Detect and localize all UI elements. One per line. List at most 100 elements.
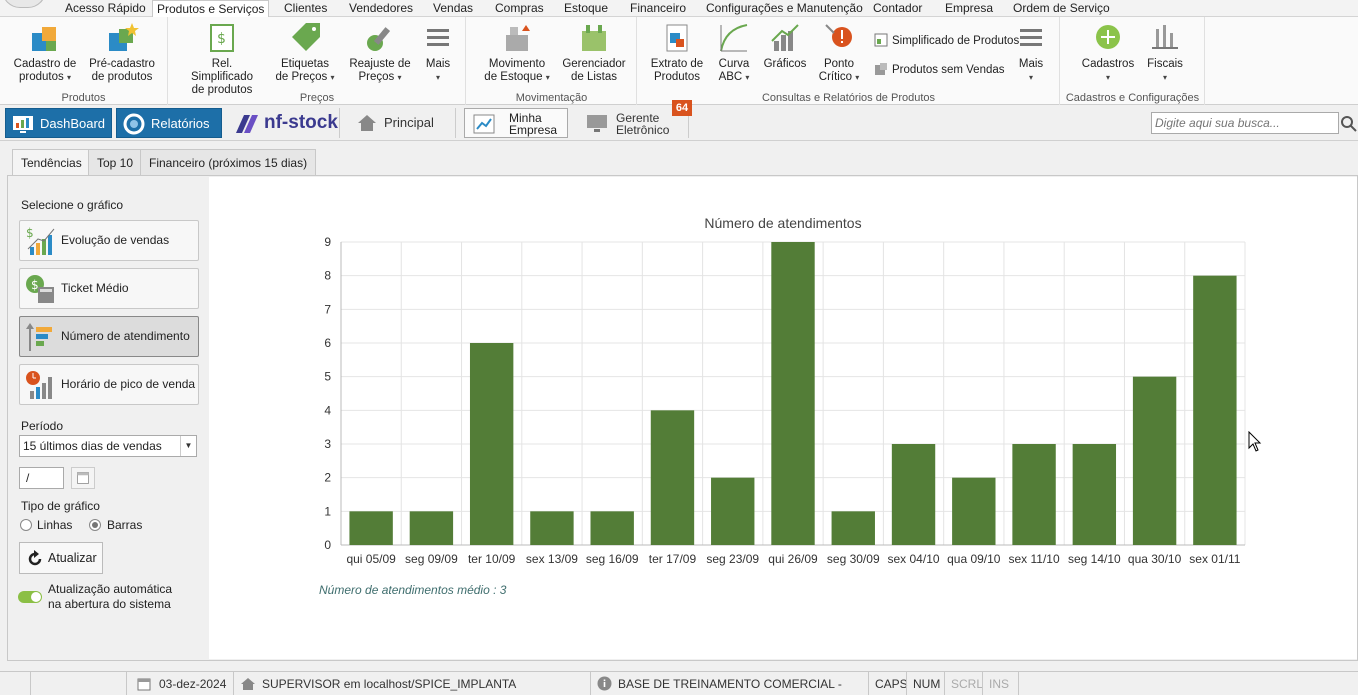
cadastros-button[interactable]: Cadastros ▾ bbox=[1079, 21, 1137, 84]
tab-clientes[interactable]: Clientes bbox=[280, 0, 331, 17]
chart-type-label: Tipo de gráfico bbox=[21, 499, 100, 513]
tab-produtos-servicos[interactable]: Produtos e Serviços bbox=[152, 0, 270, 18]
warehouse-icon bbox=[506, 25, 530, 51]
home-icon bbox=[358, 115, 376, 131]
bar bbox=[952, 477, 996, 545]
x-tick-label: seg 16/09 bbox=[586, 552, 639, 566]
graph-options-panel: Selecione o gráfico $ Evolução de vendas… bbox=[8, 176, 208, 660]
search-icon[interactable] bbox=[1339, 112, 1358, 134]
tab-top10[interactable]: Top 10 bbox=[88, 149, 143, 176]
status-ins: INS bbox=[982, 672, 1018, 695]
x-tick-label: sex 04/10 bbox=[888, 552, 940, 566]
svg-text:$: $ bbox=[26, 226, 34, 240]
product-star-icon bbox=[109, 23, 139, 51]
tab-acesso-rapido[interactable]: Acesso Rápido bbox=[61, 0, 150, 17]
status-bar: 03-dez-2024 SUPERVISOR em localhost/SPIC… bbox=[0, 671, 1358, 695]
group-label-consultas: Consultas e Relatórios de Produtos bbox=[761, 92, 936, 104]
relatorios-button[interactable]: Relatórios bbox=[116, 108, 222, 138]
produtos-sem-vendas-button[interactable]: Produtos sem Vendas bbox=[874, 62, 1005, 78]
y-tick-label: 9 bbox=[324, 235, 331, 249]
y-tick-label: 7 bbox=[324, 302, 331, 316]
tab-estoque[interactable]: Estoque bbox=[560, 0, 612, 17]
product-box-icon bbox=[32, 27, 56, 51]
tab-configuracoes[interactable]: Configurações e Manutenção bbox=[702, 0, 867, 17]
calculator-dollar-icon: $ bbox=[26, 275, 54, 303]
tab-vendas[interactable]: Vendas bbox=[429, 0, 477, 17]
period-label: Período bbox=[21, 419, 64, 433]
period-select[interactable]: 15 últimos dias de vendas ▼ bbox=[19, 435, 197, 457]
mais-precos-button[interactable]: Mais ▾ bbox=[421, 21, 455, 84]
chevron-down-icon[interactable]: ▼ bbox=[180, 436, 196, 456]
etiquetas-precos-button[interactable]: Etiquetas de Preços ▾ bbox=[273, 21, 337, 84]
bar bbox=[530, 511, 574, 545]
simplificado-produtos-button[interactable]: Simplificado de Produtos bbox=[874, 33, 1019, 49]
minha-empresa-button[interactable]: Minha Empresa bbox=[464, 108, 568, 138]
status-num: NUM bbox=[906, 672, 944, 695]
tab-financeiro-proximos[interactable]: Financeiro (próximos 15 dias) bbox=[140, 149, 317, 176]
price-tag-icon bbox=[292, 23, 320, 51]
mais-consultas-button[interactable]: Mais ▾ bbox=[1014, 21, 1048, 84]
ribbon-group-consultas: Extrato de Produtos Curva ABC ▾ Gráficos P… bbox=[638, 17, 1060, 105]
bar bbox=[650, 410, 695, 545]
curva-abc-button[interactable]: Curva ABC ▾ bbox=[714, 21, 754, 84]
pre-cadastro-button[interactable]: Pré-cadastro de produtos bbox=[86, 21, 158, 84]
tab-contador[interactable]: Contador bbox=[869, 0, 926, 17]
svg-text:$: $ bbox=[31, 278, 39, 292]
horario-pico-button[interactable]: Horário de pico de venda bbox=[19, 364, 199, 405]
radio-linhas[interactable] bbox=[20, 519, 32, 531]
bar bbox=[831, 511, 875, 545]
app-menu-button[interactable] bbox=[2, 0, 46, 8]
content-tabs: Tendências Top 10 Financeiro (próximos 1… bbox=[0, 141, 1358, 177]
ticket-medio-button[interactable]: $ Ticket Médio bbox=[19, 268, 199, 309]
tab-ordem-servico[interactable]: Ordem de Serviço bbox=[1009, 0, 1114, 17]
y-tick-label: 5 bbox=[324, 370, 331, 384]
radio-barras-label: Barras bbox=[107, 518, 143, 532]
rel-simplificado-button[interactable]: $ Rel. Simplificado de produtos bbox=[181, 21, 263, 97]
alert-icon bbox=[825, 24, 852, 47]
curve-chart-icon bbox=[720, 24, 748, 52]
principal-button[interactable]: Principal bbox=[350, 108, 456, 138]
graficos-button[interactable]: Gráficos bbox=[760, 21, 810, 71]
x-tick-label: qui 26/09 bbox=[768, 552, 818, 566]
calendar-button[interactable] bbox=[71, 467, 95, 489]
atualizar-button[interactable]: Atualizar bbox=[19, 542, 103, 574]
reajuste-precos-button[interactable]: Reajuste de Preços ▾ bbox=[345, 21, 415, 84]
movimento-estoque-button[interactable]: Movimento de Estoque ▾ bbox=[477, 21, 557, 84]
tab-compras[interactable]: Compras bbox=[491, 0, 548, 17]
auto-update-toggle[interactable] bbox=[18, 591, 42, 603]
bar bbox=[1132, 376, 1177, 545]
hamburger-icon bbox=[1020, 29, 1042, 46]
tab-financeiro[interactable]: Financeiro bbox=[626, 0, 690, 17]
nfstock-button[interactable]: nf-stock bbox=[230, 108, 340, 138]
bar bbox=[771, 242, 815, 545]
fiscais-button[interactable]: Fiscais ▾ bbox=[1143, 21, 1187, 84]
average-text: Número de atendimentos médio : 3 bbox=[319, 583, 507, 597]
cadastro-produtos-button[interactable]: Cadastro de produtos ▾ bbox=[10, 21, 80, 84]
gerenciador-listas-button[interactable]: Gerenciador de Listas bbox=[561, 21, 627, 84]
status-empty bbox=[1018, 672, 1358, 695]
report-icon bbox=[874, 33, 888, 47]
no-sales-icon bbox=[875, 63, 887, 75]
dashboard-button[interactable]: DashBoard bbox=[5, 108, 112, 138]
ponto-critico-button[interactable]: Ponto Crítico ▾ bbox=[816, 21, 862, 84]
x-tick-label: qua 30/10 bbox=[1128, 552, 1182, 566]
select-graph-label: Selecione o gráfico bbox=[21, 198, 124, 212]
radio-barras[interactable] bbox=[89, 519, 101, 531]
auto-update-label: Atualização automática na abertura do sis… bbox=[48, 582, 173, 611]
company-chart-icon bbox=[473, 114, 495, 134]
bar bbox=[409, 511, 454, 545]
nfstock-logo-icon bbox=[236, 115, 258, 133]
evolucao-vendas-button[interactable]: $ Evolução de vendas bbox=[19, 220, 199, 261]
tab-tendencias[interactable]: Tendências bbox=[12, 149, 91, 177]
y-tick-label: 0 bbox=[324, 538, 331, 552]
y-tick-label: 3 bbox=[324, 437, 331, 451]
wrench-dollar-icon bbox=[367, 27, 391, 51]
extrato-produtos-button[interactable]: Extrato de Produtos bbox=[646, 21, 708, 84]
bar-chart: 0 1 2 3 4 5 6 7 8 9 qui 05/09 seg 09/09 ter 10/09 sex… bbox=[324, 235, 1246, 566]
tab-empresa[interactable]: Empresa bbox=[941, 0, 997, 17]
tab-vendedores[interactable]: Vendedores bbox=[345, 0, 417, 17]
date-field[interactable]: / bbox=[19, 467, 64, 489]
numero-atendimento-button[interactable]: Número de atendimento bbox=[19, 316, 199, 357]
search-input[interactable] bbox=[1151, 112, 1339, 134]
bar bbox=[469, 343, 514, 545]
